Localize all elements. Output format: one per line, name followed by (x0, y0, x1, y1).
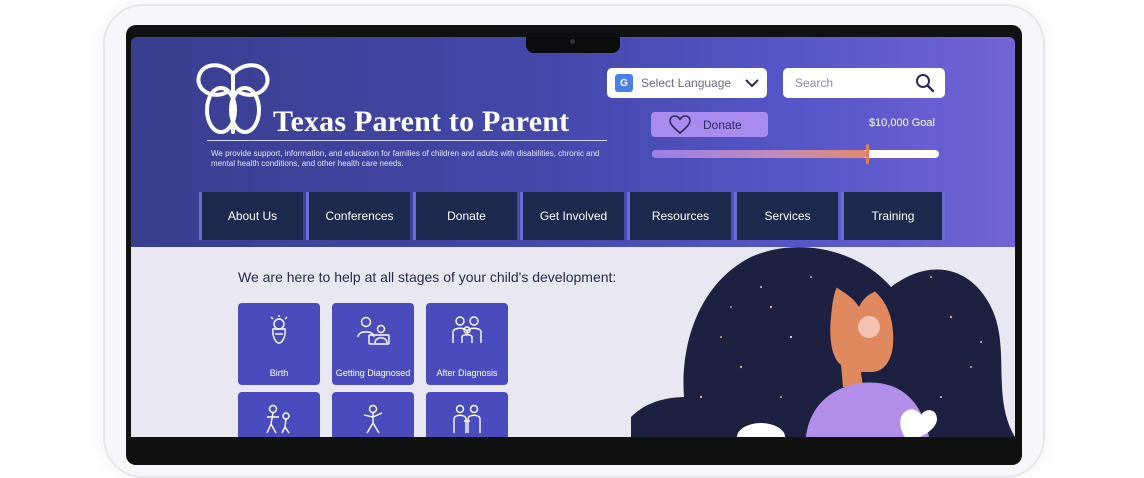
site-title[interactable]: Texas Parent to Parent (273, 105, 569, 139)
tile-getting-diagnosed[interactable]: Getting Diagnosed (332, 303, 414, 385)
heart-icon (669, 114, 691, 135)
language-select-label: Select Language (641, 76, 732, 90)
donate-button-label: Donate (703, 117, 742, 132)
donation-progress-marker (866, 144, 870, 164)
nav-item-conferences[interactable]: Conferences (306, 192, 410, 240)
website-screen: Texas Parent to Parent We provide suppor… (131, 37, 1015, 437)
mother-child-illustration (631, 247, 1015, 437)
translate-icon: G (615, 74, 633, 92)
chevron-down-icon (745, 79, 759, 88)
donate-button[interactable]: Donate (651, 112, 768, 137)
main-nav: About Us Conferences Donate Get Involved… (199, 192, 948, 240)
baby-icon (238, 315, 320, 345)
search-icon[interactable] (915, 73, 935, 93)
nav-item-services[interactable]: Services (734, 192, 838, 240)
nav-item-training[interactable]: Training (841, 192, 945, 240)
nav-item-get-involved[interactable]: Get Involved (520, 192, 624, 240)
tile-birth[interactable]: Birth (238, 303, 320, 385)
tile-after-diagnosis[interactable]: After Diagnosis (426, 303, 508, 385)
camera-icon (570, 39, 575, 44)
nav-item-resources[interactable]: Resources (627, 192, 731, 240)
tile-label: Birth (269, 368, 289, 378)
title-divider (207, 140, 607, 141)
nav-item-about-us[interactable]: About Us (199, 192, 303, 240)
tile-playing-child[interactable] (332, 392, 414, 437)
tablet-notch (526, 33, 620, 53)
site-tagline: We provide support, information, and edu… (211, 149, 600, 168)
donation-progress-bar (652, 144, 939, 164)
nav-item-donate[interactable]: Donate (413, 192, 517, 240)
main-content: We are here to help at all stages of you… (131, 247, 1015, 437)
family-icon (426, 315, 508, 345)
tile-walking-child[interactable] (238, 392, 320, 437)
search-bar (783, 68, 945, 98)
donation-progress-fill (652, 150, 868, 158)
tile-label: Getting Diagnosed (335, 368, 411, 378)
consultation-icon (332, 315, 414, 345)
donation-goal-label: $10,000 Goal (868, 117, 935, 129)
search-input[interactable] (793, 75, 915, 91)
tile-label: After Diagnosis (436, 368, 498, 378)
intro-heading: We are here to help at all stages of you… (238, 269, 617, 285)
site-header: Texas Parent to Parent We provide suppor… (131, 37, 1015, 247)
language-select[interactable]: G Select Language (607, 68, 767, 98)
tile-adults[interactable] (426, 392, 508, 437)
butterfly-logo-icon (196, 63, 270, 134)
